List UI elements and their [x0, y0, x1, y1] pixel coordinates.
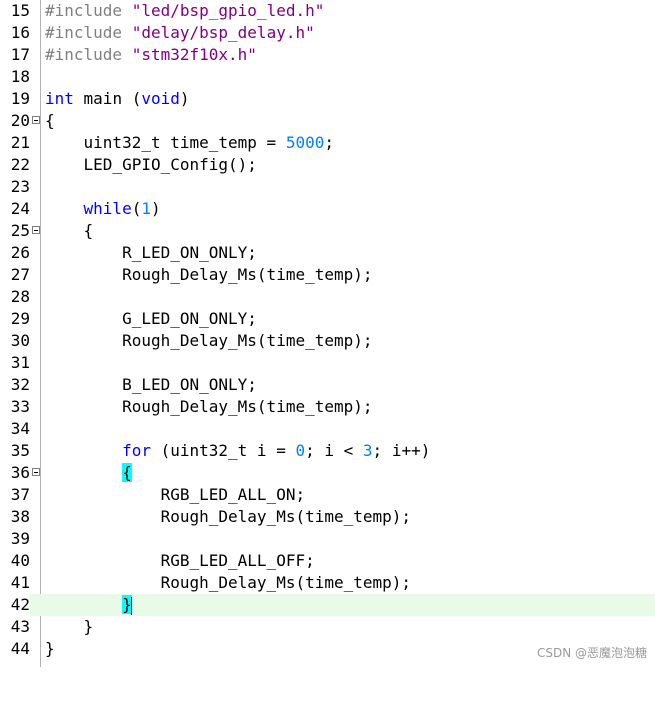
fold-toggle-icon[interactable] — [32, 468, 40, 476]
line-number: 18 — [10, 67, 30, 86]
line-number: 28 — [10, 287, 30, 306]
code-line[interactable]: 18 — [0, 66, 655, 88]
code-text: Rough_Delay_Ms(time_temp); — [45, 573, 412, 592]
line-number: 15 — [10, 1, 30, 20]
code-line[interactable]: 15 #include "led/bsp_gpio_led.h" — [0, 0, 655, 22]
code-text: { — [45, 221, 94, 240]
code-line[interactable]: 33 Rough_Delay_Ms(time_temp); — [0, 396, 655, 418]
line-number: 35 — [10, 441, 30, 460]
line-number: 17 — [10, 45, 30, 64]
line-number: 30 — [10, 331, 30, 350]
code-line[interactable]: 28 — [0, 286, 655, 308]
line-number: 31 — [10, 353, 30, 372]
code-text: B_LED_ON_ONLY; — [45, 375, 257, 394]
code-line[interactable]: 19 int main (void) — [0, 88, 655, 110]
code-line[interactable]: 20 { — [0, 110, 655, 132]
code-line[interactable]: 35 for (uint32_t i = 0; i < 3; i++) — [0, 440, 655, 462]
line-number: 19 — [10, 89, 30, 108]
code-editor[interactable]: 15 #include "led/bsp_gpio_led.h" 16 #inc… — [0, 0, 655, 667]
code-text: int main (void) — [45, 89, 190, 108]
watermark: CSDN @恶魔泡泡糖 — [536, 646, 647, 660]
line-number: 37 — [10, 485, 30, 504]
code-line[interactable]: 38 Rough_Delay_Ms(time_temp); — [0, 506, 655, 528]
code-line[interactable]: 36 { — [0, 462, 655, 484]
code-text: Rough_Delay_Ms(time_temp); — [45, 507, 412, 526]
code-line[interactable]: 39 — [0, 528, 655, 550]
code-line[interactable]: 25 { — [0, 220, 655, 242]
fold-toggle-icon[interactable] — [32, 116, 40, 124]
code-text: RGB_LED_ALL_OFF; — [45, 551, 315, 570]
line-number: 27 — [10, 265, 30, 284]
code-line[interactable]: 34 — [0, 418, 655, 440]
code-text: Rough_Delay_Ms(time_temp); — [45, 397, 373, 416]
code-text: RGB_LED_ALL_ON; — [45, 485, 306, 504]
line-number: 41 — [10, 573, 30, 592]
line-number: 21 — [10, 133, 30, 152]
code-line[interactable]: 37 RGB_LED_ALL_ON; — [0, 484, 655, 506]
code-line[interactable]: 29 G_LED_ON_ONLY; — [0, 308, 655, 330]
code-line[interactable]: 31 — [0, 352, 655, 374]
code-text: } — [45, 617, 94, 636]
code-text: uint32_t time_temp = 5000; — [45, 133, 334, 152]
code-line[interactable]: 40 RGB_LED_ALL_OFF; — [0, 550, 655, 572]
code-line[interactable]: 22 LED_GPIO_Config(); — [0, 154, 655, 176]
code-line[interactable]: 17 #include "stm32f10x.h" — [0, 44, 655, 66]
code-line[interactable]: 27 Rough_Delay_Ms(time_temp); — [0, 264, 655, 286]
fold-toggle-icon[interactable] — [32, 226, 40, 234]
line-number: 23 — [10, 177, 30, 196]
code-text: R_LED_ON_ONLY; — [45, 243, 257, 262]
line-number: 32 — [10, 375, 30, 394]
line-number: 24 — [10, 199, 30, 218]
code-line[interactable]: 32 B_LED_ON_ONLY; — [0, 374, 655, 396]
code-line[interactable]: 21 uint32_t time_temp = 5000; — [0, 132, 655, 154]
line-number: 44 — [10, 639, 30, 658]
code-text: Rough_Delay_Ms(time_temp); — [45, 265, 373, 284]
code-text: LED_GPIO_Config(); — [45, 155, 257, 174]
line-number: 20 — [10, 111, 30, 130]
code-line[interactable]: 24 while(1) — [0, 198, 655, 220]
code-text: #include "led/bsp_gpio_led.h" — [45, 1, 325, 20]
line-number: 29 — [10, 309, 30, 328]
line-number: 43 — [10, 617, 30, 636]
code-text: { — [45, 462, 132, 484]
code-text: #include "stm32f10x.h" — [45, 45, 257, 64]
matched-brace: { — [122, 463, 132, 482]
line-number: 22 — [10, 155, 30, 174]
line-number: 34 — [10, 419, 30, 438]
line-number: 38 — [10, 507, 30, 526]
line-number: 40 — [10, 551, 30, 570]
line-number: 33 — [10, 397, 30, 416]
line-number: 16 — [10, 23, 30, 42]
code-text: { — [45, 111, 55, 130]
code-text: } — [45, 639, 55, 658]
code-line[interactable]: 30 Rough_Delay_Ms(time_temp); — [0, 330, 655, 352]
line-number: 36 — [10, 463, 30, 482]
line-number: 26 — [10, 243, 30, 262]
line-number: 42 — [0, 594, 30, 616]
code-text: #include "delay/bsp_delay.h" — [45, 23, 315, 42]
code-text: } — [45, 594, 132, 616]
text-cursor — [130, 596, 132, 615]
code-line[interactable]: 41 Rough_Delay_Ms(time_temp); — [0, 572, 655, 594]
code-line[interactable]: 43 } — [0, 616, 655, 638]
code-text: for (uint32_t i = 0; i < 3; i++) — [122, 441, 431, 460]
current-code-line[interactable]: 42 } — [0, 594, 655, 616]
code-text: Rough_Delay_Ms(time_temp); — [45, 331, 373, 350]
code-text: G_LED_ON_ONLY; — [45, 309, 257, 328]
code-line[interactable]: 23 — [0, 176, 655, 198]
code-line[interactable]: 16 #include "delay/bsp_delay.h" — [0, 22, 655, 44]
code-text: while(1) — [83, 199, 161, 218]
line-number: 39 — [10, 529, 30, 548]
code-line[interactable]: 26 R_LED_ON_ONLY; — [0, 242, 655, 264]
line-number: 25 — [10, 221, 30, 240]
